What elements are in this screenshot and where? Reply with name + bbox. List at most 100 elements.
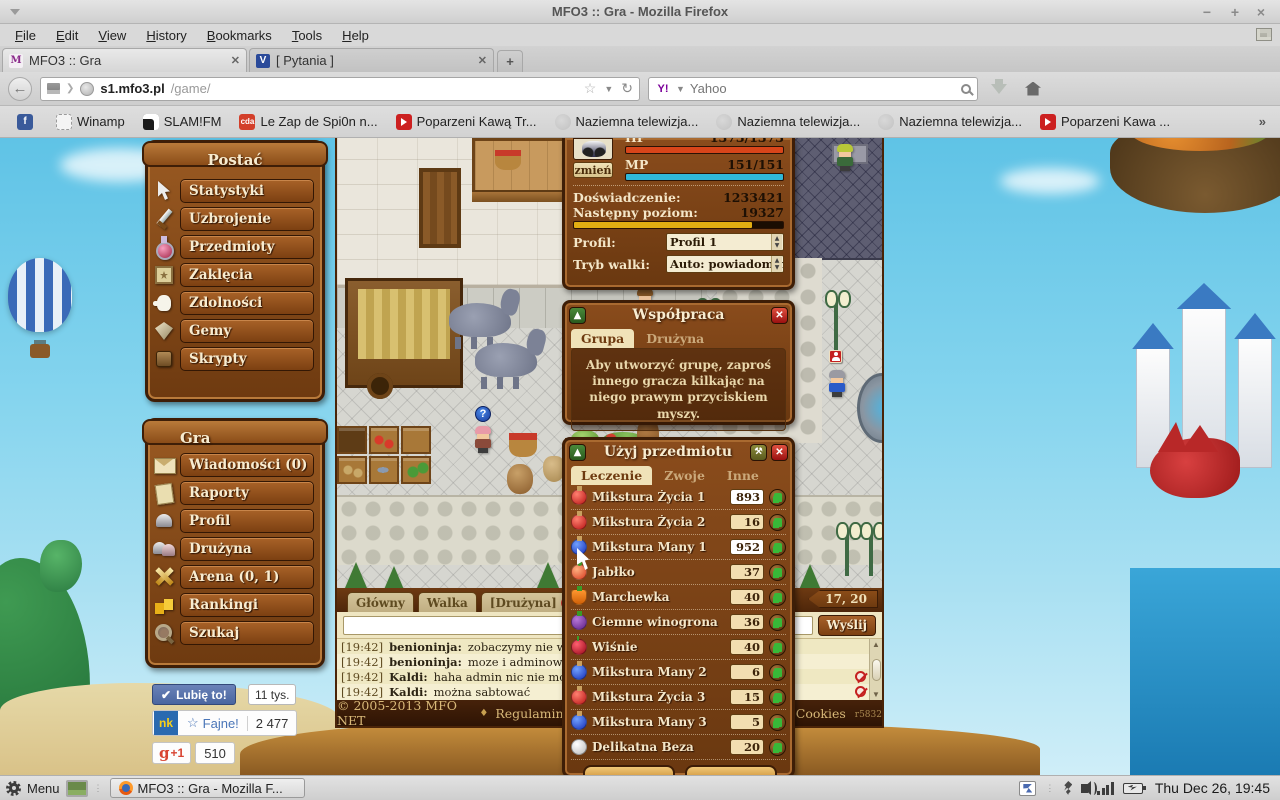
bookmark-item[interactable]: Winamp <box>49 111 132 133</box>
bookmarks-overflow-chevron[interactable]: » <box>1259 114 1270 129</box>
sidebar-menu-button[interactable]: Uzbrojenie <box>180 207 314 231</box>
bookmark-item[interactable]: f <box>10 111 45 133</box>
minimize-button[interactable]: − <box>1194 2 1220 22</box>
menu-item[interactable]: History <box>137 26 195 45</box>
sidebar-menu-button[interactable]: Raporty <box>180 481 314 505</box>
back-button[interactable]: ← <box>8 77 32 101</box>
network-signal-icon[interactable] <box>1097 782 1114 795</box>
window-menu-icon[interactable] <box>10 9 20 15</box>
site-identity-icon[interactable] <box>47 83 60 94</box>
change-avatar-button[interactable]: zmień <box>573 162 613 178</box>
horse[interactable] <box>449 303 511 337</box>
profile-select[interactable]: Profil 1 ▲▼ <box>666 233 784 251</box>
chat-scrollbar[interactable]: ▲ ▼ <box>869 639 882 700</box>
item-row[interactable]: Delikatna Beza 20 <box>571 735 786 760</box>
use-item-hand-button[interactable] <box>769 489 786 506</box>
sidebar-menu-button[interactable]: Skrypty <box>180 347 314 371</box>
player-blue-jacket[interactable] <box>829 370 845 397</box>
footer-link[interactable]: Cookies <box>796 706 846 721</box>
chat-tab[interactable]: Główny <box>347 592 414 612</box>
sidebar-menu-button[interactable]: Rankingi <box>180 593 314 617</box>
spinner-icons[interactable]: ▲▼ <box>771 234 782 250</box>
item-row[interactable]: Mikstura Życia 2 16 <box>571 510 786 535</box>
collapse-button[interactable]: ▲ <box>569 444 586 461</box>
scrollbar-thumb[interactable] <box>872 659 881 681</box>
item-row[interactable]: Mikstura Many 3 5 <box>571 710 786 735</box>
item-row[interactable]: Marchewka 40 <box>571 585 786 610</box>
tab-close-icon[interactable]: ✕ <box>231 54 240 67</box>
bookmark-item[interactable]: Poparzeni Kawa ... <box>1033 111 1177 133</box>
item-row[interactable]: Mikstura Życia 1 893 <box>571 485 786 510</box>
use-item-hand-button[interactable] <box>769 714 786 731</box>
npc-quest-pig[interactable] <box>475 426 491 453</box>
browser-tab[interactable]: V [ Pytania ] ✕ <box>249 48 494 72</box>
sidebar-menu-button[interactable]: Gemy <box>180 319 314 343</box>
home-button[interactable] <box>1020 77 1046 101</box>
menu-item[interactable]: Tools <box>283 26 331 45</box>
item-row[interactable]: Ciemne winogrona 36 <box>571 610 786 635</box>
item-row[interactable]: Mikstura Życia 3 15 <box>571 685 786 710</box>
menu-item[interactable]: Bookmarks <box>198 26 281 45</box>
use-item-hand-button[interactable] <box>769 639 786 656</box>
taskbar-window-button[interactable]: MFO3 :: Gra - Mozilla F... <box>110 778 305 798</box>
cooperation-tab[interactable]: Grupa <box>571 329 634 348</box>
maximize-button[interactable]: + <box>1222 2 1248 22</box>
combat-mode-select[interactable]: Auto: powiadom na ▲▼ <box>666 255 784 273</box>
chat-tab[interactable]: Walka <box>418 592 477 612</box>
sidebar-menu-button[interactable]: Arena (0, 1) <box>180 565 314 589</box>
close-panel-button[interactable]: ✕ <box>771 444 788 461</box>
cooperation-tab[interactable]: Drużyna <box>636 329 714 348</box>
use-item-hand-button[interactable] <box>769 664 786 681</box>
scroll-down-icon[interactable]: ▼ <box>872 690 880 699</box>
nk-fajne-button[interactable]: nk ☆ Fajne! 2 477 <box>152 710 297 736</box>
search-engine-dropdown-icon[interactable]: ▼ <box>676 84 685 94</box>
use-item-tab[interactable]: Leczenie <box>571 466 652 485</box>
menu-item[interactable]: Help <box>333 26 378 45</box>
bookmark-item[interactable]: Naziemna telewizja... <box>548 111 706 133</box>
use-item-tab[interactable]: Inne <box>717 466 769 485</box>
npc-armored[interactable] <box>837 144 853 171</box>
collapse-button[interactable]: ▲ <box>569 307 586 324</box>
use-item-hand-button[interactable] <box>769 614 786 631</box>
use-item-hand-button[interactable] <box>769 739 786 756</box>
use-item-hand-button[interactable] <box>769 564 786 581</box>
block-user-icon[interactable] <box>855 686 866 697</box>
bluetooth-icon[interactable] <box>1064 781 1072 795</box>
item-row[interactable]: Jabłko 37 <box>571 560 786 585</box>
reload-icon[interactable]: ↻ <box>621 80 633 97</box>
sidebar-menu-button[interactable]: Przedmioty <box>180 235 314 259</box>
horse[interactable] <box>475 343 537 377</box>
sidebar-menu-button[interactable]: Zdolności <box>180 291 314 315</box>
sidebar-menu-button[interactable]: Wiadomości (0) <box>180 453 314 477</box>
url-dropdown-icon[interactable]: ▼ <box>604 84 613 94</box>
bookmark-item[interactable]: SLAM!FM <box>136 111 229 133</box>
close-panel-button[interactable]: ✕ <box>771 307 788 324</box>
bookmark-item[interactable]: cda Le Zap de Spi0n n... <box>232 111 384 133</box>
sidebar-menu-button[interactable]: Szukaj <box>180 621 314 645</box>
scroll-up-icon[interactable]: ▲ <box>872 640 880 649</box>
new-tab-button[interactable]: + <box>497 50 523 72</box>
settings-wrench-button[interactable]: ⚒ <box>750 444 767 461</box>
menu-item[interactable]: Edit <box>47 26 87 45</box>
volume-icon[interactable] <box>1081 784 1088 793</box>
bookmark-star-icon[interactable]: ☆ <box>584 80 597 97</box>
facebook-like-button[interactable]: ✔ Lubię to! <box>152 684 236 705</box>
search-box[interactable]: Y! ▼ <box>648 77 978 101</box>
use-item-hand-button[interactable] <box>769 689 786 706</box>
downloads-button[interactable] <box>986 77 1012 101</box>
sidebar-menu-button[interactable]: Zaklęcia <box>180 263 314 287</box>
bookmark-item[interactable]: Naziemna telewizja... <box>709 111 867 133</box>
gear-icon[interactable] <box>6 781 21 796</box>
search-input[interactable] <box>690 81 956 96</box>
spinner-icons[interactable]: ▲▼ <box>771 256 782 272</box>
battery-icon[interactable] <box>1123 783 1143 794</box>
google-plus-one-button[interactable]: g +1 <box>152 742 191 764</box>
partial-button[interactable] <box>583 765 675 775</box>
sidebar-menu-button[interactable]: Profil <box>180 509 314 533</box>
screenshot-tool-icon[interactable] <box>1019 781 1036 796</box>
partial-button[interactable] <box>685 765 777 775</box>
bookmark-item[interactable]: Poparzeni Kawą Tr... <box>389 111 544 133</box>
use-item-hand-button[interactable] <box>769 514 786 531</box>
use-item-hand-button[interactable] <box>769 539 786 556</box>
footer-link[interactable]: Regulamin <box>495 706 563 721</box>
